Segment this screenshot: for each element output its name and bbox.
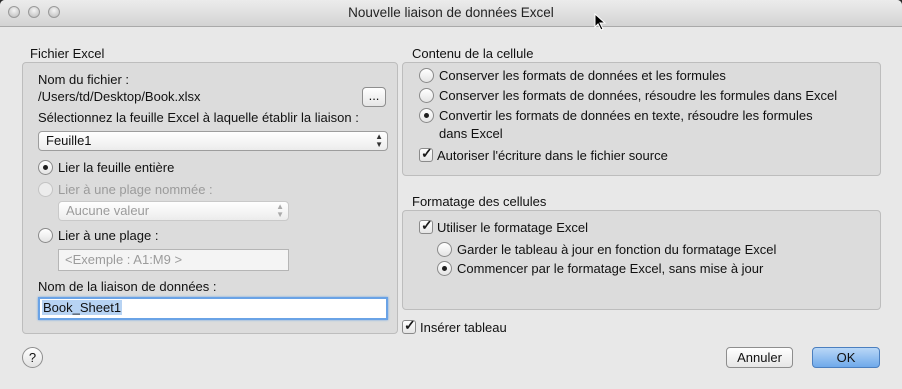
link-name-value: Book_Sheet1 bbox=[42, 300, 123, 315]
keep-updated-radio[interactable] bbox=[437, 242, 452, 257]
convert-text-label-line1: Convertir les formats de données en text… bbox=[439, 108, 813, 123]
window-title: Nouvelle liaison de données Excel bbox=[348, 5, 554, 20]
help-button[interactable]: ? bbox=[22, 347, 43, 368]
link-name-field[interactable]: Book_Sheet1 bbox=[38, 297, 388, 320]
title-bar: Nouvelle liaison de données Excel bbox=[0, 0, 902, 27]
insert-table-label: Insérer tableau bbox=[420, 320, 507, 335]
insert-table-checkbox[interactable] bbox=[402, 317, 416, 334]
use-excel-format-label: Utiliser le formatage Excel bbox=[437, 220, 588, 235]
named-range-select[interactable]: Aucune valeur ▲ ▼ bbox=[58, 201, 289, 221]
select-arrows-icon: ▲ ▼ bbox=[276, 202, 284, 219]
file-name-label: Nom du fichier : bbox=[38, 72, 130, 87]
link-whole-sheet-label: Lier la feuille entière bbox=[58, 160, 175, 175]
cancel-button[interactable]: Annuler bbox=[726, 347, 793, 368]
link-whole-sheet-radio[interactable] bbox=[38, 160, 53, 175]
ok-button-label: OK bbox=[836, 350, 856, 365]
start-excel-format-radio[interactable] bbox=[437, 261, 452, 276]
convert-text-label-line2: dans Excel bbox=[439, 126, 503, 141]
file-section-title: Fichier Excel bbox=[30, 46, 105, 61]
sheet-select-value: Feuille1 bbox=[46, 133, 92, 148]
link-named-range-label: Lier à une plage nommée : bbox=[58, 182, 213, 197]
help-icon: ? bbox=[28, 350, 37, 365]
convert-text-radio[interactable] bbox=[419, 108, 434, 123]
link-range-label: Lier à une plage : bbox=[58, 228, 159, 243]
keep-formats-resolve-label: Conserver les formats de données, résoud… bbox=[439, 88, 838, 103]
dialog-window: Nouvelle liaison de données Excel Fichie… bbox=[0, 0, 902, 389]
browse-button-label: ... bbox=[368, 88, 380, 103]
keep-formats-formulas-radio[interactable] bbox=[419, 68, 434, 83]
sheet-label: Sélectionnez la feuille Excel à laquelle… bbox=[38, 110, 359, 125]
named-range-select-value: Aucune valeur bbox=[66, 203, 150, 218]
allow-write-label: Autoriser l'écriture dans le fichier sou… bbox=[437, 148, 668, 163]
browse-button[interactable]: ... bbox=[362, 87, 386, 107]
select-arrows-icon: ▲ ▼ bbox=[375, 132, 383, 149]
link-named-range-radio[interactable] bbox=[38, 182, 53, 197]
cell-content-section-title: Contenu de la cellule bbox=[412, 46, 534, 61]
range-input[interactable]: <Exemple : A1:M9 > bbox=[58, 249, 289, 271]
allow-write-checkbox[interactable] bbox=[419, 145, 433, 162]
start-excel-format-label: Commencer par le formatage Excel, sans m… bbox=[457, 261, 764, 276]
keep-formats-formulas-label: Conserver les formats de données et les … bbox=[439, 68, 726, 83]
range-input-placeholder: <Exemple : A1:M9 > bbox=[65, 252, 183, 267]
mouse-cursor-icon bbox=[594, 13, 607, 31]
keep-formats-resolve-radio[interactable] bbox=[419, 88, 434, 103]
link-range-radio[interactable] bbox=[38, 228, 53, 243]
file-path: /Users/td/Desktop/Book.xlsx bbox=[38, 89, 201, 104]
use-excel-format-checkbox[interactable] bbox=[419, 217, 433, 234]
link-name-label: Nom de la liaison de données : bbox=[38, 279, 217, 294]
keep-updated-label: Garder le tableau à jour en fonction du … bbox=[457, 242, 777, 257]
sheet-select[interactable]: Feuille1 ▲ ▼ bbox=[38, 131, 388, 151]
cancel-button-label: Annuler bbox=[737, 350, 782, 365]
cell-format-section-title: Formatage des cellules bbox=[412, 194, 547, 209]
ok-button[interactable]: OK bbox=[812, 347, 880, 368]
